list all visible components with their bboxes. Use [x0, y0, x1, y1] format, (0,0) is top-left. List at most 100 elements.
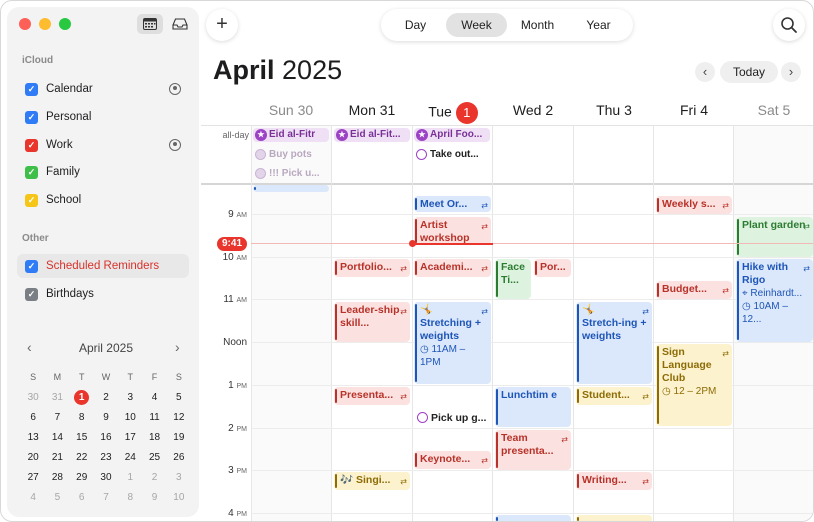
mini-day[interactable]: 20	[21, 452, 45, 463]
event-block[interactable]: Hike with Rigo ⌖ Reinhardt... ◷ 10AM – 1…	[736, 259, 813, 342]
search-button[interactable]	[773, 9, 805, 41]
checkbox-personal[interactable]: ✓	[25, 110, 38, 124]
event-block[interactable]: Keynote... ⇄	[414, 451, 491, 469]
add-event-button[interactable]: +	[206, 9, 238, 41]
mini-day[interactable]: 30	[21, 392, 45, 403]
mini-day-today[interactable]: 1	[70, 389, 94, 405]
view-day-button[interactable]: Day	[385, 13, 446, 37]
today-button[interactable]: Today	[720, 61, 778, 83]
mini-day[interactable]: 6	[70, 492, 94, 503]
event-block[interactable]: Writing... ⇄	[576, 472, 652, 490]
mini-day[interactable]: 16	[94, 432, 118, 443]
mini-day[interactable]: 28	[45, 472, 69, 483]
event-block[interactable]: Sign Language Club ◷ 12 – 2PM ⇄	[656, 344, 732, 426]
mini-day[interactable]: 23	[94, 452, 118, 463]
event-block[interactable]: Artist workshop ⇄	[414, 217, 491, 245]
allday-reminder[interactable]: Buy pots	[253, 148, 329, 162]
calendar-item-scheduled-reminders[interactable]: ✓ Scheduled Reminders	[17, 254, 189, 278]
view-month-button[interactable]: Month	[507, 13, 568, 37]
event-block[interactable]: Student... ⇄	[576, 387, 652, 405]
event-block[interactable]: 🎶 Singi... ⇄	[334, 472, 410, 490]
day-header-wed[interactable]: Wed 2	[493, 102, 573, 118]
checkbox-school[interactable]: ✓	[25, 193, 38, 207]
event-block[interactable]: Academi... ⇄	[414, 259, 491, 277]
mini-day[interactable]: 27	[21, 472, 45, 483]
day-header-mon[interactable]: Mon 31	[332, 102, 412, 118]
checkbox-calendar[interactable]: ✓	[25, 82, 38, 96]
mini-day[interactable]: 13	[21, 432, 45, 443]
mini-day[interactable]: 30	[94, 472, 118, 483]
event-block[interactable]: Team presenta... ⇄	[495, 430, 571, 470]
checkbox-birthdays[interactable]: ✓	[25, 287, 38, 301]
mini-day[interactable]: 25	[142, 452, 166, 463]
calendar-item-birthdays[interactable]: ✓ Birthdays	[17, 282, 189, 306]
mini-day[interactable]: 7	[45, 412, 69, 423]
mini-day[interactable]: 21	[45, 452, 69, 463]
day-header-fri[interactable]: Fri 4	[654, 102, 734, 118]
calendar-item-family[interactable]: ✓ Family	[17, 160, 189, 184]
mini-day[interactable]: 10	[167, 492, 191, 503]
calendar-list-toggle-button[interactable]	[137, 14, 163, 34]
mini-day[interactable]: 26	[167, 452, 191, 463]
mini-day[interactable]: 8	[118, 492, 142, 503]
mini-day[interactable]: 19	[167, 432, 191, 443]
mini-day[interactable]: 5	[167, 392, 191, 403]
event-block[interactable]: Weekly s... ⇄	[656, 196, 732, 214]
allday-event[interactable]: ★ Eid al-Fit...	[334, 128, 410, 142]
event-block[interactable]: Lunchtim e	[495, 387, 571, 427]
allday-event[interactable]: ★ April Foo...	[414, 128, 490, 142]
event-block[interactable]: Por...	[534, 259, 571, 277]
previous-week-button[interactable]: ‹	[695, 62, 715, 82]
day-header-sun[interactable]: Sun 30	[251, 102, 331, 118]
mini-day[interactable]: 4	[21, 492, 45, 503]
maximize-window-button[interactable]	[59, 18, 71, 30]
mini-day[interactable]: 11	[142, 412, 166, 423]
mini-day[interactable]: 7	[94, 492, 118, 503]
next-week-button[interactable]: ›	[781, 62, 801, 82]
view-year-button[interactable]: Year	[568, 13, 629, 37]
event-block[interactable]	[495, 515, 571, 521]
calendar-item-personal[interactable]: ✓ Personal	[17, 105, 189, 129]
mini-day[interactable]: 15	[70, 432, 94, 443]
mini-day[interactable]: 8	[70, 412, 94, 423]
mini-day[interactable]: 6	[21, 412, 45, 423]
allday-event[interactable]: ★ Eid al-Fitr	[253, 128, 329, 142]
mini-day[interactable]: 10	[118, 412, 142, 423]
event-block[interactable]: Meet Or... ⇄	[414, 196, 491, 212]
mini-day[interactable]: 29	[70, 472, 94, 483]
event-block[interactable]	[576, 515, 652, 521]
reminder-item[interactable]: Pick up g...	[414, 411, 491, 425]
allday-reminder[interactable]: !!! Pick u...	[253, 167, 329, 181]
close-window-button[interactable]	[19, 18, 31, 30]
checkbox-scheduled-reminders[interactable]: ✓	[25, 259, 38, 273]
calendar-item-calendar[interactable]: ✓ Calendar	[17, 77, 189, 101]
day-header-thu[interactable]: Thu 3	[574, 102, 654, 118]
checkbox-work[interactable]: ✓	[25, 138, 38, 152]
event-continuation[interactable]	[253, 185, 329, 192]
calendar-item-work[interactable]: ✓ Work	[17, 133, 189, 157]
mini-day[interactable]: 22	[70, 452, 94, 463]
mini-day[interactable]: 17	[118, 432, 142, 443]
mini-day[interactable]: 9	[142, 492, 166, 503]
mini-day[interactable]: 4	[142, 392, 166, 403]
mini-day[interactable]: 18	[142, 432, 166, 443]
minimize-window-button[interactable]	[39, 18, 51, 30]
mini-day[interactable]: 3	[118, 392, 142, 403]
event-block[interactable]: 🤸 Stretching + weights ◷ 11AM – 1PM ⇄	[414, 302, 491, 384]
mini-day[interactable]: 31	[45, 392, 69, 403]
day-header-sat[interactable]: Sat 5	[734, 102, 813, 118]
event-block[interactable]: Plant garden ⇄	[736, 217, 813, 257]
mini-day[interactable]: 9	[94, 412, 118, 423]
mini-day[interactable]: 3	[167, 472, 191, 483]
mini-day[interactable]: 12	[167, 412, 191, 423]
mini-day[interactable]: 1	[118, 472, 142, 483]
mini-day[interactable]: 24	[118, 452, 142, 463]
inbox-button[interactable]	[167, 14, 193, 34]
calendar-item-school[interactable]: ✓ School	[17, 188, 189, 212]
day-header-tue[interactable]: Tue 1	[413, 102, 493, 124]
event-block[interactable]: 🤸 Stretch-ing + weights ⇄	[576, 302, 652, 384]
event-block[interactable]: Leader-ship skill... ⇄	[334, 302, 410, 342]
event-block[interactable]: Portfolio... ⇄	[334, 259, 410, 277]
mini-calendar-next-button[interactable]: ›	[175, 339, 180, 355]
mini-day[interactable]: 14	[45, 432, 69, 443]
